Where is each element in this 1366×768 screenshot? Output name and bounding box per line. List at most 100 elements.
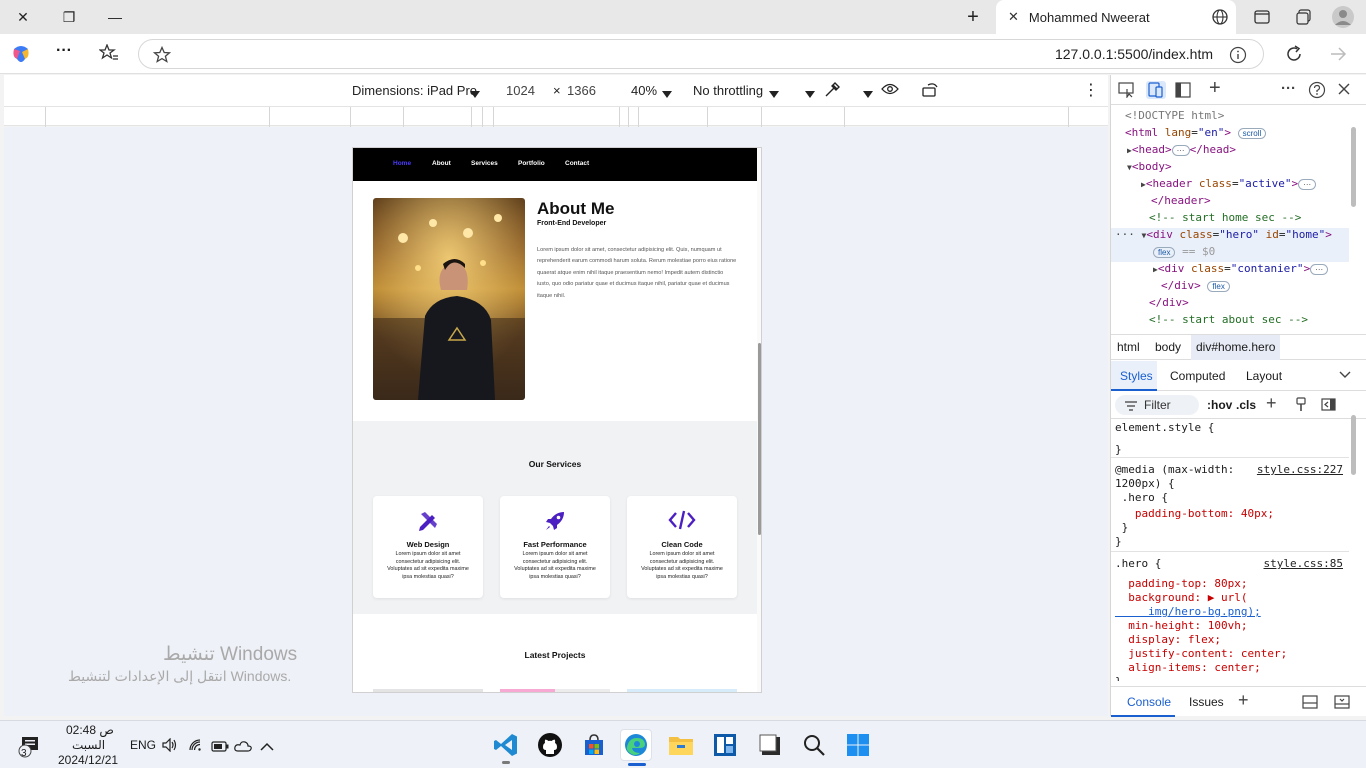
dom-hero-badges[interactable]: flex == $0: [1153, 245, 1215, 258]
dom-html[interactable]: <html lang="en"> scroll: [1125, 126, 1267, 139]
tab-console[interactable]: Console: [1111, 687, 1175, 717]
width-input[interactable]: 1024: [506, 83, 535, 98]
tab-close-icon[interactable]: ✕: [1008, 9, 1019, 25]
search-icon[interactable]: [798, 729, 830, 761]
device-mode-icon[interactable]: [1146, 81, 1166, 99]
forward-icon[interactable]: [1328, 44, 1348, 69]
style-prop-padding-bottom[interactable]: padding-bottom: 40px;: [1115, 507, 1274, 520]
favorites-icon[interactable]: [98, 43, 119, 67]
clock-time[interactable]: 02:48 ص: [66, 723, 114, 737]
vscode-app-icon[interactable]: [490, 729, 522, 761]
dock-icon[interactable]: [1302, 695, 1318, 712]
onedrive-icon[interactable]: [234, 739, 252, 757]
nav-contact[interactable]: Contact: [565, 160, 589, 167]
language-indicator[interactable]: ENG: [130, 738, 156, 752]
new-tab-button[interactable]: +: [950, 0, 996, 34]
toggle-sidebar-icon[interactable]: [1321, 398, 1336, 414]
nav-home[interactable]: Home: [393, 160, 411, 167]
refresh-icon[interactable]: [1284, 44, 1304, 69]
style-source-link[interactable]: style.css:85: [1264, 557, 1343, 570]
more-menu-icon[interactable]: ···: [56, 42, 72, 60]
style-prop-justify-content[interactable]: justify-content: center;: [1115, 647, 1287, 660]
style-prop-background[interactable]: background: ▶ url(: [1115, 591, 1247, 604]
emulated-page[interactable]: Home About Services Portfolio Contact Ab…: [352, 147, 762, 693]
style-line[interactable]: .hero {: [1115, 491, 1168, 504]
tab-styles[interactable]: Styles: [1111, 361, 1157, 391]
copilot-icon[interactable]: [10, 43, 32, 70]
breadcrumb-hero[interactable]: div#home.hero: [1191, 335, 1281, 360]
breadcrumb-body[interactable]: body: [1155, 340, 1181, 354]
dimensions-select[interactable]: Dimensions: iPad Pro: [352, 83, 477, 98]
restore-window-button[interactable]: ❐: [46, 0, 92, 34]
zoom-caret-icon[interactable]: [662, 86, 672, 101]
style-selector-hero[interactable]: .hero {: [1115, 557, 1161, 570]
page-scroll-thumb[interactable]: [758, 343, 761, 535]
breadcrumb-html[interactable]: html: [1117, 340, 1140, 354]
style-prop-min-height[interactable]: min-height: 100vh;: [1115, 619, 1247, 632]
close-drawer-icon[interactable]: [1334, 695, 1350, 712]
dom-hero-div[interactable]: ··· ▼<div class="hero" id="home">: [1115, 228, 1332, 241]
nav-about[interactable]: About: [432, 160, 451, 167]
nav-portfolio[interactable]: Portfolio: [518, 160, 545, 167]
inspect-icon[interactable]: [1118, 82, 1136, 101]
zoom-select[interactable]: 40%: [631, 83, 657, 98]
add-favorite-icon[interactable]: [152, 45, 172, 69]
minimize-window-button[interactable]: —: [92, 0, 138, 34]
height-input[interactable]: 1366: [567, 83, 596, 98]
tab-actions-icon[interactable]: [1239, 0, 1285, 34]
cls-toggle[interactable]: .cls: [1236, 398, 1256, 412]
filter-input[interactable]: Filter: [1115, 395, 1199, 415]
style-prop-padding-top[interactable]: padding-top: 80px;: [1115, 577, 1247, 590]
throttling-caret-icon[interactable]: [769, 86, 779, 101]
globe-icon[interactable]: [1197, 0, 1243, 34]
nav-services[interactable]: Services: [471, 160, 498, 167]
dom-body[interactable]: ▼<body>: [1127, 160, 1172, 173]
wifi-icon[interactable]: [188, 738, 204, 757]
close-devtools-icon[interactable]: [1337, 82, 1351, 99]
hov-toggle[interactable]: :hov: [1207, 398, 1232, 412]
style-prop-display[interactable]: display: flex;: [1115, 633, 1221, 646]
dom-header[interactable]: ▶<header class="active"> ···: [1141, 177, 1317, 190]
project-thumb[interactable]: [555, 689, 610, 692]
tab-computed[interactable]: Computed: [1170, 369, 1225, 383]
dom-container-close[interactable]: </div> flex: [1161, 279, 1230, 292]
app-icon[interactable]: [709, 729, 741, 761]
chevron-up-icon[interactable]: [260, 739, 274, 757]
clock-date[interactable]: 2024/12/21: [58, 753, 118, 767]
style-url-link[interactable]: img/hero-bg.png);: [1115, 605, 1261, 618]
github-app-icon[interactable]: [534, 729, 566, 761]
new-rule-icon[interactable]: +: [1266, 393, 1277, 414]
dom-container-div[interactable]: ▶<div class="contanier"> ···: [1153, 262, 1329, 275]
profile-avatar[interactable]: [1320, 0, 1366, 34]
tab-issues[interactable]: Issues: [1189, 695, 1224, 709]
project-thumb[interactable]: [373, 689, 483, 692]
volume-icon[interactable]: [162, 737, 178, 757]
eyedropper-icon[interactable]: [823, 81, 841, 102]
file-explorer-app-icon[interactable]: [665, 729, 697, 761]
panel-layout-icon[interactable]: [1175, 82, 1191, 101]
elements-scrollbar[interactable]: [1351, 127, 1356, 207]
throttling-select[interactable]: No throttling: [693, 83, 763, 98]
devtools-more-icon[interactable]: ···: [1281, 80, 1296, 97]
site-info-icon[interactable]: [1229, 46, 1247, 69]
url-text[interactable]: 127.0.0.1:5500/index.htm: [1055, 46, 1213, 62]
edge-app-icon[interactable]: [620, 729, 652, 761]
dom-head[interactable]: ▶<head> ··· </head>: [1127, 143, 1236, 156]
dom-header-close[interactable]: </header>: [1151, 194, 1211, 207]
style-line[interactable]: element.style {: [1115, 421, 1214, 434]
store-app-icon[interactable]: [578, 729, 610, 761]
styles-scrollbar[interactable]: [1351, 415, 1356, 475]
app-icon[interactable]: [754, 729, 786, 761]
scroll-badge[interactable]: scroll: [1237, 127, 1267, 139]
close-window-button[interactable]: ✕: [0, 0, 46, 34]
dom-comment-home[interactable]: <!-- start home sec -->: [1149, 211, 1301, 224]
style-prop-align-items[interactable]: align-items: center;: [1115, 661, 1260, 674]
save-data-caret-icon[interactable]: [805, 86, 815, 101]
add-panel-icon[interactable]: +: [1209, 77, 1221, 100]
paint-brush-icon[interactable]: [1295, 397, 1307, 415]
device-more-icon[interactable]: ⋮: [1083, 80, 1099, 100]
dom-doctype[interactable]: <!DOCTYPE html>: [1125, 109, 1224, 122]
dimensions-caret-icon[interactable]: [470, 86, 480, 101]
media-query-ruler[interactable]: [4, 106, 1108, 127]
subtabs-chevron-icon[interactable]: [1339, 368, 1351, 382]
